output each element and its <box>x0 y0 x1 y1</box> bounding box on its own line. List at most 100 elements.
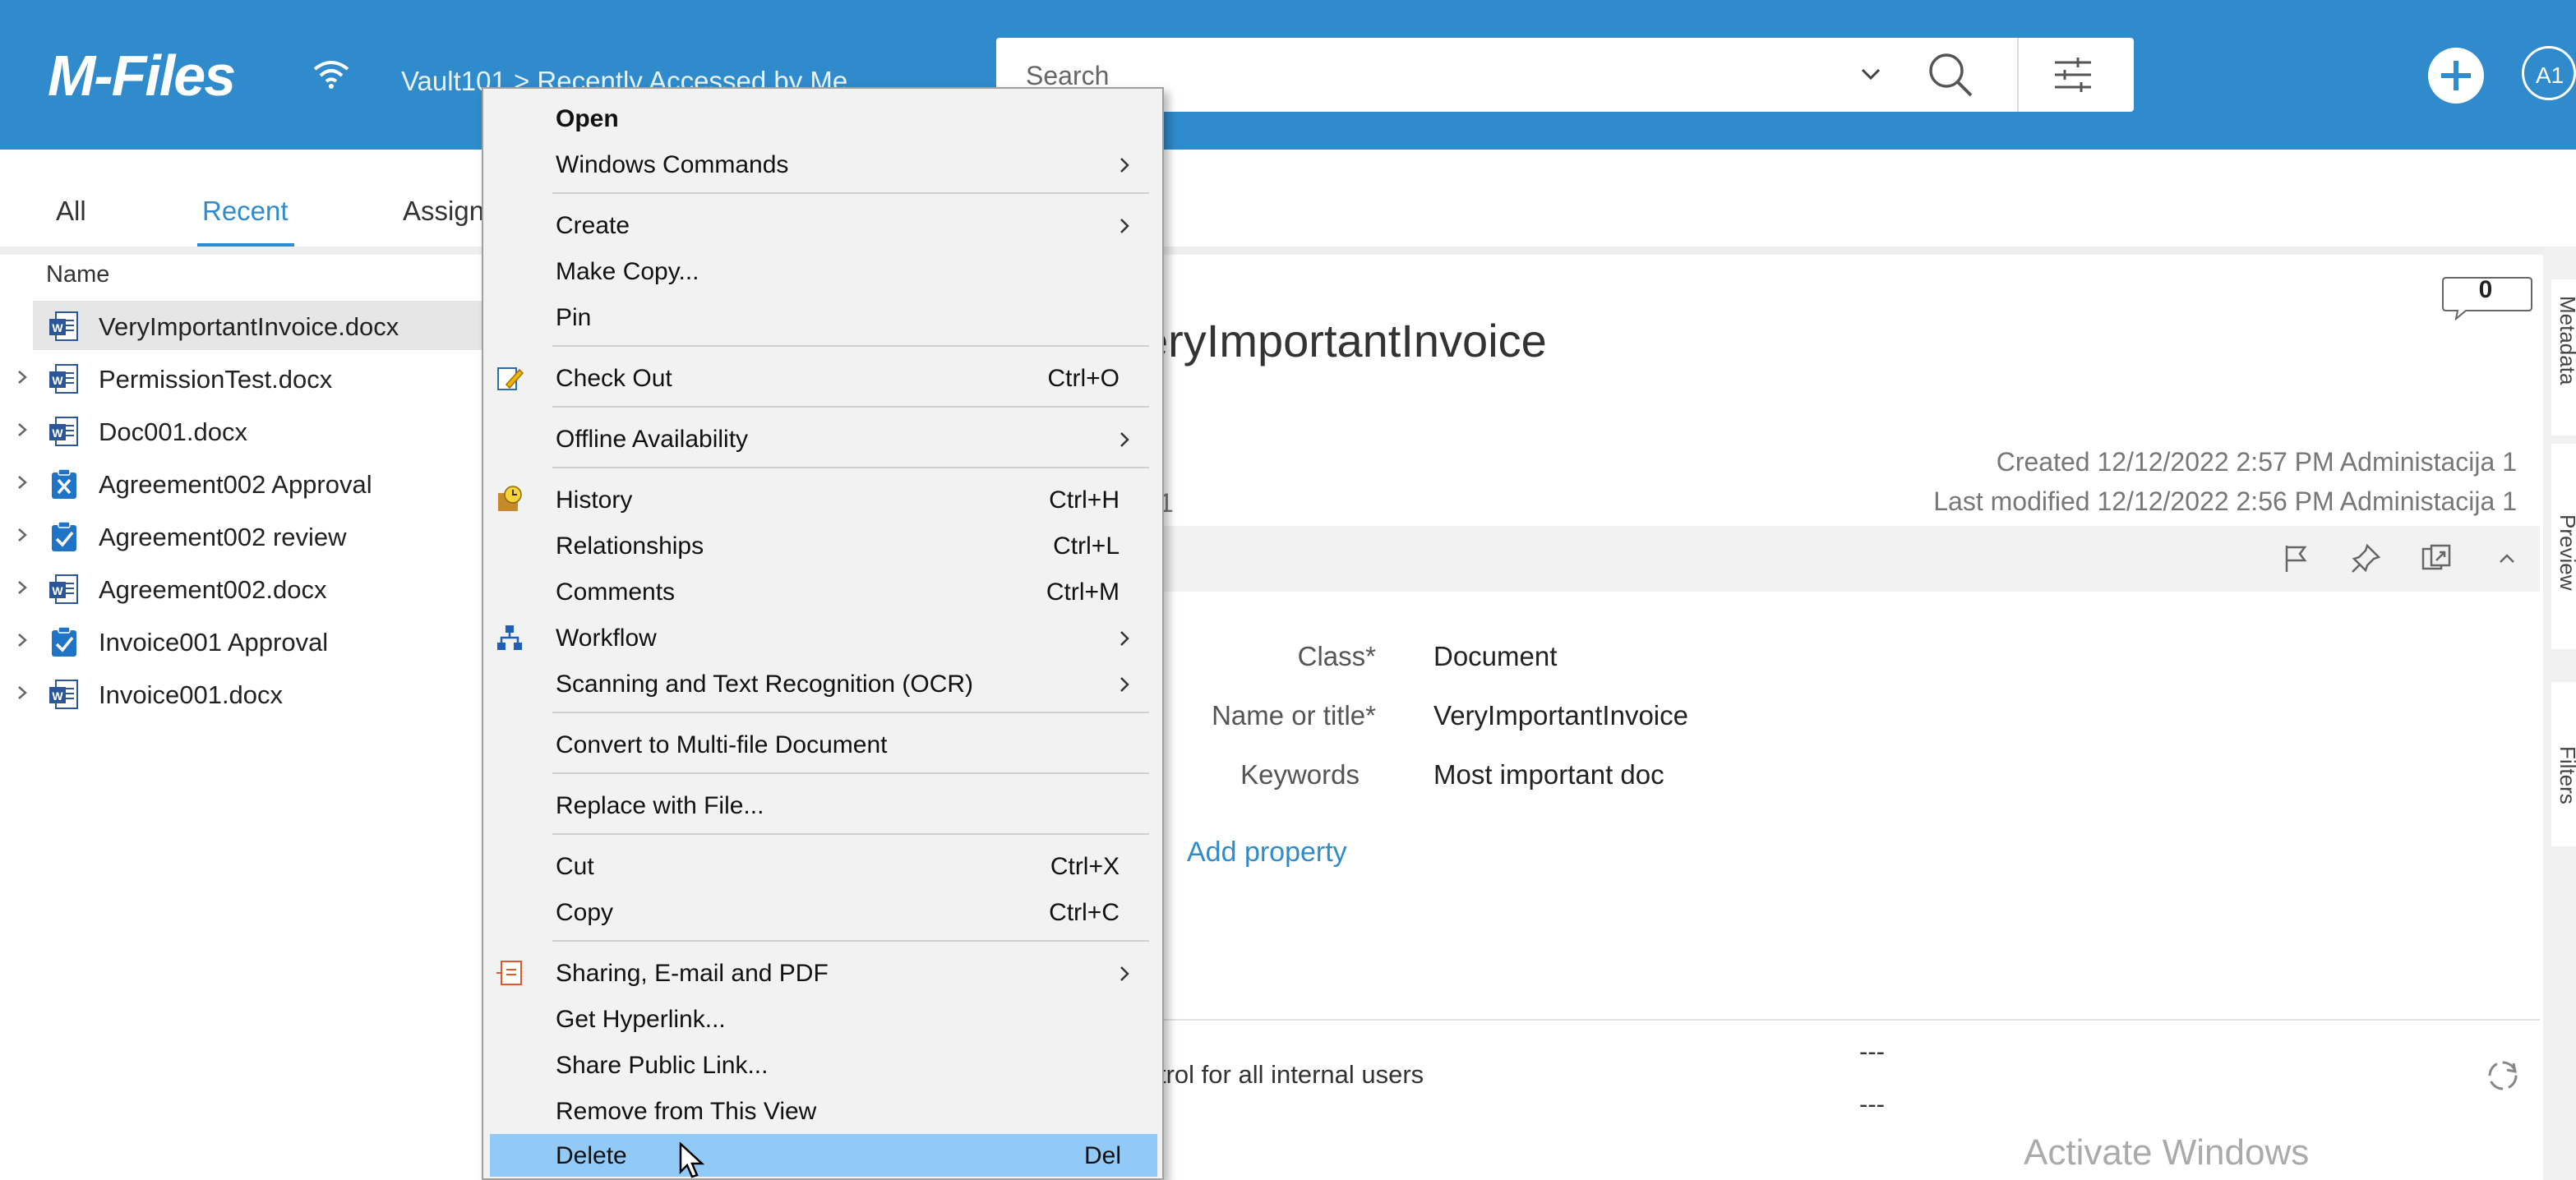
menu-item-pin[interactable]: Pin <box>483 296 1162 339</box>
menu-item-open[interactable]: Open <box>483 97 1162 140</box>
menu-item-share-public-link[interactable]: Share Public Link... <box>483 1044 1162 1086</box>
menu-item-relationships[interactable]: Relationships Ctrl+L <box>483 524 1162 567</box>
svg-text:W: W <box>52 689 63 703</box>
activate-windows-watermark: Activate Windows <box>2024 1132 2310 1173</box>
workflow-value: --- <box>1859 1037 1885 1066</box>
menu-item-label: Comments <box>556 578 676 606</box>
menu-item-label: History <box>556 486 633 514</box>
menu-separator <box>552 940 1149 942</box>
word-document-icon: W <box>49 417 78 446</box>
menu-item-remove-from-view[interactable]: Remove from This View <box>483 1090 1162 1132</box>
tab-recent[interactable]: Recent <box>202 196 289 227</box>
pop-out-icon[interactable] <box>2420 542 2453 575</box>
property-label-keywords: Keywords <box>1240 759 1360 790</box>
permissions-text: trol for all internal users <box>1159 1060 1424 1089</box>
menu-separator <box>552 406 1149 408</box>
menu-item-shortcut: Ctrl+M <box>1046 578 1119 606</box>
menu-item-make-copy[interactable]: Make Copy... <box>483 250 1162 293</box>
app-logo[interactable]: M-Files <box>48 43 236 108</box>
flag-icon[interactable] <box>2278 542 2311 575</box>
menu-item-replace-with-file[interactable]: Replace with File... <box>483 784 1162 827</box>
menu-item-label: Make Copy... <box>556 258 699 285</box>
menu-item-windows-commands[interactable]: Windows Commands <box>483 143 1162 186</box>
menu-item-delete[interactable]: Delete Del <box>490 1134 1157 1177</box>
history-icon <box>498 486 522 511</box>
side-tab-preview[interactable]: Preview <box>2555 514 2576 590</box>
created-info: Created 12/12/2022 2:57 PM Administacija… <box>1996 447 2517 477</box>
chevron-right-icon[interactable] <box>13 631 31 649</box>
tab-assigned[interactable]: Assign <box>403 196 484 227</box>
pin-icon[interactable] <box>2349 542 2382 575</box>
top-bar: M-Files Vault101 > Recently Accessed by … <box>0 0 2576 150</box>
menu-item-label: Check Out <box>556 365 672 392</box>
list-item[interactable]: W VeryImportantInvoice.docx <box>33 301 493 350</box>
menu-item-label: Pin <box>556 304 592 331</box>
property-label-class: Class* <box>1297 641 1376 671</box>
menu-item-convert-multifile[interactable]: Convert to Multi-file Document <box>483 723 1162 766</box>
side-tab-metadata[interactable]: Metadata <box>2555 296 2576 385</box>
list-item-name: VeryImportantInvoice.docx <box>99 312 399 341</box>
collapse-icon[interactable] <box>2491 542 2523 575</box>
search-filters-icon[interactable] <box>2053 56 2093 94</box>
context-menu: Open Windows Commands Create Make Copy..… <box>482 87 1164 1180</box>
side-tab-filters[interactable]: Filters <box>2555 746 2576 804</box>
chevron-right-icon[interactable] <box>13 684 31 702</box>
menu-item-sharing[interactable]: Sharing, E-mail and PDF <box>483 952 1162 994</box>
list-item[interactable]: W Invoice001.docx <box>0 669 493 718</box>
list-item[interactable]: W Agreement002.docx <box>0 564 493 613</box>
refresh-icon[interactable] <box>2484 1057 2522 1095</box>
list-item[interactable]: Agreement002 Approval <box>0 459 493 508</box>
submenu-arrow-icon <box>1120 158 1129 173</box>
state-value: --- <box>1859 1090 1885 1118</box>
chevron-down-icon[interactable] <box>1854 58 1887 90</box>
search-icon[interactable] <box>1925 49 1976 100</box>
mouse-cursor-icon <box>679 1142 705 1178</box>
menu-item-ocr[interactable]: Scanning and Text Recognition (OCR) <box>483 662 1162 705</box>
chevron-right-icon[interactable] <box>13 421 31 439</box>
menu-item-comments[interactable]: Comments Ctrl+M <box>483 570 1162 613</box>
svg-text:W: W <box>52 321 63 334</box>
menu-item-label: Scanning and Text Recognition (OCR) <box>556 671 974 698</box>
menu-item-create[interactable]: Create <box>483 204 1162 247</box>
list-item[interactable]: W Doc001.docx <box>0 406 493 455</box>
property-value-class[interactable]: Document <box>1433 641 1557 672</box>
submenu-arrow-icon <box>1120 677 1129 692</box>
menu-item-offline-availability[interactable]: Offline Availability <box>483 417 1162 460</box>
comments-count[interactable]: 0 <box>2441 276 2530 304</box>
menu-item-check-out[interactable]: Check Out Ctrl+O <box>483 357 1162 399</box>
property-value-name[interactable]: VeryImportantInvoice <box>1433 700 1688 731</box>
metadata-toolbar <box>1159 526 2540 592</box>
list-item[interactable]: Invoice001 Approval <box>0 616 493 666</box>
column-header-name[interactable]: Name <box>46 261 109 288</box>
menu-item-history[interactable]: History Ctrl+H <box>483 478 1162 521</box>
chevron-right-icon[interactable] <box>13 578 31 597</box>
chevron-right-icon[interactable] <box>13 368 31 386</box>
add-property-link[interactable]: Add property <box>1187 837 1347 869</box>
user-avatar[interactable]: A1 <box>2522 46 2576 100</box>
chevron-right-icon[interactable] <box>13 473 31 491</box>
submenu-arrow-icon <box>1120 631 1129 646</box>
menu-item-copy[interactable]: Copy Ctrl+C <box>483 891 1162 933</box>
list-item-name: Doc001.docx <box>99 417 247 446</box>
tab-all[interactable]: All <box>56 196 86 227</box>
menu-separator <box>552 192 1149 194</box>
menu-item-label: Open <box>556 105 619 132</box>
search-divider <box>2017 38 2019 112</box>
chevron-right-icon[interactable] <box>13 526 31 544</box>
completed-assignment-icon <box>52 626 76 657</box>
metadata-separator <box>1159 1019 2540 1021</box>
menu-item-shortcut: Ctrl+H <box>1049 486 1119 514</box>
menu-item-workflow[interactable]: Workflow <box>483 616 1162 659</box>
list-item[interactable]: Agreement002 review <box>0 511 493 560</box>
menu-item-label: Get Hyperlink... <box>556 1006 726 1033</box>
menu-item-label: Replace with File... <box>556 792 764 819</box>
add-icon[interactable] <box>2426 46 2486 105</box>
property-value-keywords[interactable]: Most important doc <box>1433 759 1664 791</box>
menu-item-label: Convert to Multi-file Document <box>556 731 888 758</box>
view-tabs: All Recent Assign <box>0 150 2576 248</box>
list-item-name: Invoice001.docx <box>99 680 284 709</box>
menu-item-get-hyperlink[interactable]: Get Hyperlink... <box>483 998 1162 1040</box>
list-item[interactable]: W PermissionTest.docx <box>0 353 493 403</box>
submenu-arrow-icon <box>1120 966 1129 981</box>
menu-item-cut[interactable]: Cut Ctrl+X <box>483 845 1162 887</box>
